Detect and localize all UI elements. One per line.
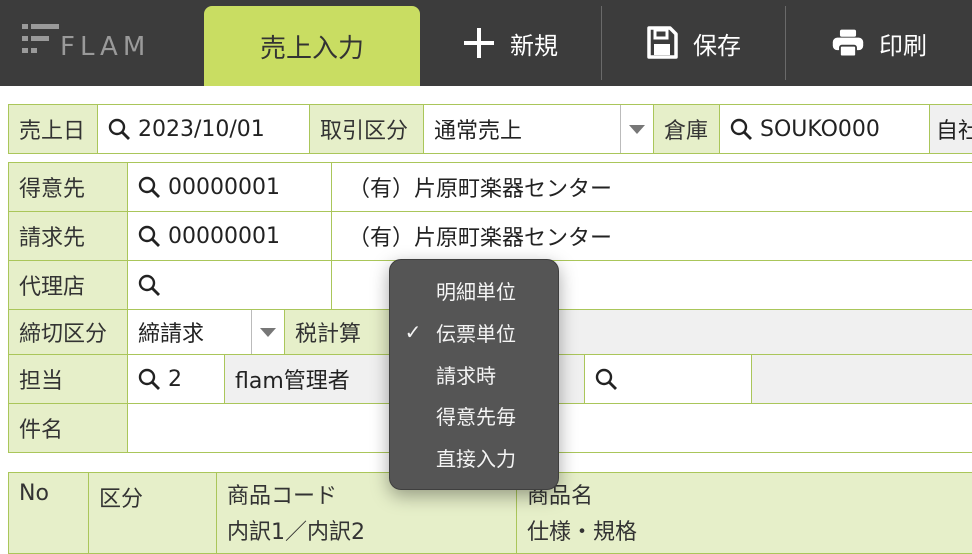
col-spec-label: 仕様・規格 <box>527 520 638 545</box>
menu-item-line-unit[interactable]: 明細単位 <box>390 270 558 310</box>
print-button-label: 印刷 <box>879 31 927 60</box>
closing-type-select[interactable]: 締請求 <box>128 310 285 354</box>
col-kubun: 区分 <box>89 473 217 553</box>
save-button-label: 保存 <box>693 31 741 60</box>
customer-name: （有）片原町楽器センター <box>332 163 972 211</box>
chevron-down-icon[interactable] <box>620 105 653 153</box>
chevron-down-icon[interactable] <box>251 310 284 354</box>
sales-date-field[interactable]: 2023/10/01 <box>98 105 310 153</box>
search-icon[interactable] <box>108 118 130 140</box>
col-no: No <box>9 473 89 553</box>
customer-label: 得意先 <box>9 163 128 211</box>
tab-sales-entry[interactable]: 売上入力 <box>204 6 420 86</box>
header-row: 売上日 2023/10/01 取引区分 通常売上 倉庫 SOUKO000 自社 <box>8 104 972 154</box>
col-product-name: 商品名 仕様・規格 <box>517 473 972 553</box>
staff-code-value: 2 <box>168 366 182 392</box>
print-button[interactable]: 印刷 <box>786 0 972 86</box>
search-icon[interactable] <box>595 368 617 390</box>
billing-name: （有）片原町楽器センター <box>332 212 972 260</box>
secondary-staff-field[interactable] <box>585 355 752 403</box>
new-button-label: 新規 <box>510 31 558 60</box>
menu-item-label: 得意先毎 <box>436 404 516 429</box>
menu-item-slip-unit[interactable]: ✓ 伝票単位 <box>390 312 558 352</box>
plus-icon <box>462 26 496 60</box>
warehouse-value: SOUKO000 <box>760 116 880 142</box>
tab-sales-entry-label: 売上入力 <box>259 33 364 64</box>
col-product-code-label: 商品コード <box>227 484 338 509</box>
sales-date-value: 2023/10/01 <box>138 116 265 142</box>
closing-type-label: 締切区分 <box>9 310 128 354</box>
closing-type-value: 締請求 <box>138 322 205 347</box>
tax-calc-menu: 明細単位 ✓ 伝票単位 請求時 得意先毎 直接入力 <box>389 259 559 490</box>
top-bar: FLAM 売上入力 新規 保存 印刷 <box>0 0 972 86</box>
menu-item-per-customer[interactable]: 得意先毎 <box>390 395 558 435</box>
menu-item-label: 明細単位 <box>436 279 516 304</box>
search-icon[interactable] <box>138 176 160 198</box>
billing-code-value: 00000001 <box>168 223 280 249</box>
search-icon[interactable] <box>138 274 160 296</box>
agent-label: 代理店 <box>9 261 128 309</box>
logo-text: FLAM <box>60 32 151 62</box>
staff-code-field[interactable]: 2 <box>128 355 225 403</box>
own-company-label: 自社 <box>930 105 972 153</box>
billing-label: 請求先 <box>9 212 128 260</box>
trade-type-value: 通常売上 <box>434 119 523 144</box>
warehouse-label: 倉庫 <box>654 105 720 153</box>
warehouse-field[interactable]: SOUKO000 <box>720 105 930 153</box>
billing-code-field[interactable]: 00000001 <box>128 212 332 260</box>
save-button[interactable]: 保存 <box>602 0 784 86</box>
menu-item-on-billing[interactable]: 請求時 <box>390 354 558 394</box>
customer-code-field[interactable]: 00000001 <box>128 163 332 211</box>
menu-item-label: 請求時 <box>436 363 496 388</box>
customer-code-value: 00000001 <box>168 174 280 200</box>
secondary-staff-name <box>752 355 972 403</box>
search-icon[interactable] <box>138 225 160 247</box>
subject-label: 件名 <box>9 404 128 452</box>
printer-icon <box>831 26 865 60</box>
new-button[interactable]: 新規 <box>420 0 600 86</box>
agent-code-field[interactable] <box>128 261 332 309</box>
menu-item-label: 直接入力 <box>436 446 516 471</box>
flam-logo: FLAM <box>22 16 182 72</box>
menu-item-direct-input[interactable]: 直接入力 <box>390 437 558 477</box>
menu-item-label: 伝票単位 <box>436 321 516 346</box>
billing-row: 請求先 00000001 （有）片原町楽器センター <box>8 211 972 260</box>
col-breakdown-label: 内訳1／内訳2 <box>227 520 365 545</box>
search-icon[interactable] <box>730 118 752 140</box>
trade-type-select[interactable]: 通常売上 <box>424 105 654 153</box>
trade-type-label: 取引区分 <box>310 105 424 153</box>
sales-date-label: 売上日 <box>9 105 98 153</box>
logo-mark-icon <box>22 20 59 56</box>
customer-row: 得意先 00000001 （有）片原町楽器センター <box>8 162 972 211</box>
tax-calc-label: 税計算 <box>285 310 395 354</box>
search-icon[interactable] <box>138 368 160 390</box>
checkmark-icon: ✓ <box>404 320 422 344</box>
save-icon <box>645 26 679 60</box>
staff-label: 担当 <box>9 355 128 403</box>
